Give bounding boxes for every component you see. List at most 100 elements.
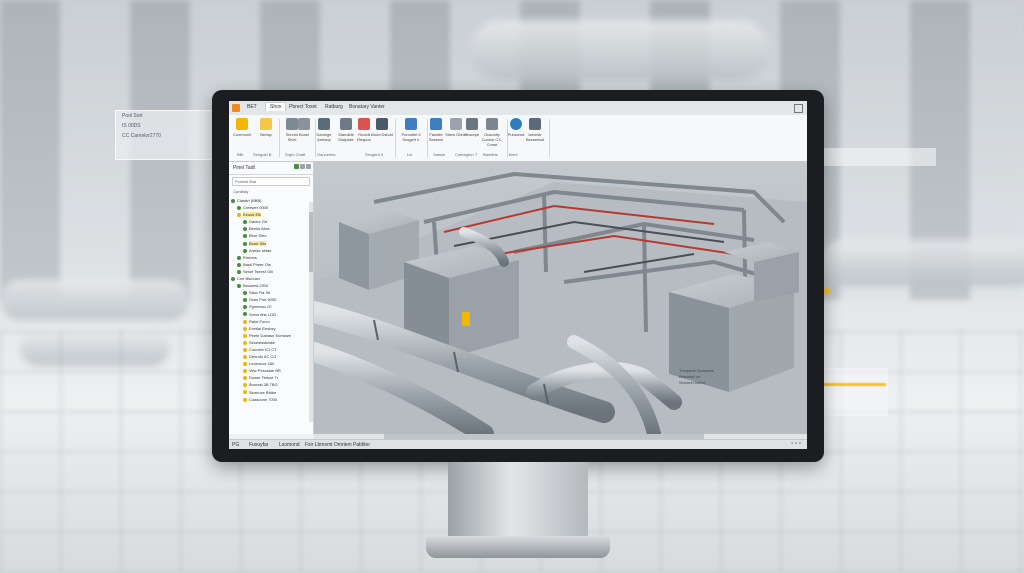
close-icon[interactable]	[306, 164, 311, 169]
settings-icon[interactable]	[300, 164, 305, 169]
status-item: PG	[232, 442, 240, 448]
tree-item[interactable]: Sinrnoce Bfdbe	[231, 389, 311, 396]
tree-node-icon	[237, 213, 241, 218]
tree-item[interactable]: Bhur Sleo	[231, 232, 311, 239]
ribbon-separator	[279, 119, 280, 157]
tree-item-label: Conoiee ICI CT	[249, 346, 277, 352]
floating-card-line: IS 00DS	[122, 123, 141, 129]
tab-ratburg[interactable]: Ratburg	[325, 104, 343, 110]
tree-item[interactable]: Bsuwest 2300	[231, 282, 311, 289]
ribbon-button-label: Fariaite Saesein	[428, 132, 444, 142]
tree-item[interactable]: Beeilo Abra	[231, 225, 311, 232]
tree-item[interactable]: Eeusd Elk	[231, 211, 311, 218]
panel-search-input[interactable]: Pomisit Blat	[232, 177, 310, 186]
ribbon-button-bruid-dstold[interactable]: Bruid Dstold	[371, 118, 393, 137]
floating-info-card: Pool Sort IS 00DS CC Carnelor2770	[115, 110, 217, 160]
ribbon-group-label: Saesie	[433, 152, 446, 157]
tree-item[interactable]: Aretse sbtas	[231, 247, 311, 254]
tree-item[interactable]: Ralot Forco	[231, 318, 311, 325]
ribbon-button-label: Communit	[232, 132, 252, 137]
monitor-stand	[448, 462, 588, 540]
tree-item[interactable]: Clasbrt (BBB)	[231, 197, 311, 204]
tree-item[interactable]: Vew Pesoslae BR	[231, 367, 311, 374]
ribbon-button-label: Iserestr Bessertad	[525, 132, 544, 142]
status-item[interactable]: Fuxuyfar	[249, 442, 268, 448]
tab-bet[interactable]: BET	[247, 104, 257, 110]
ribbon-separator	[395, 119, 396, 157]
tree-item[interactable]: Dower Tersce 7r	[231, 374, 311, 381]
tree-item-label: Bsuwest 2300	[243, 283, 269, 289]
viewport-annotation: Trzepeue Sausmes Beecstet oo Seruleel to…	[679, 368, 714, 386]
tree-item[interactable]: Booe Silo	[231, 240, 311, 247]
tree-item[interactable]: Cne Blunusn	[231, 275, 311, 282]
tree-item[interactable]: Pgreenoc OI	[231, 303, 311, 310]
tree-node-icon	[243, 355, 247, 359]
tree-item-label: Beeilo Abra	[249, 226, 270, 232]
tab-pbrect-toxet[interactable]: Pbrect Toxet	[289, 104, 317, 110]
tree-item-label: Creewer 0000	[243, 205, 269, 211]
project-browser-panel: Pinel Tadt Pomisit Blat Cprsltsiy Clasbr…	[229, 162, 314, 434]
tree-item[interactable]: Sesef Tseesf Oill	[231, 268, 311, 275]
floating-card-line: CC Carnelor2770	[122, 133, 161, 139]
wrench-icon	[318, 118, 330, 130]
ribbon-button-pornultet[interactable]: Pornultet Ii Sosgert Ir	[397, 118, 425, 142]
background-pipe	[820, 240, 1024, 286]
panel-sub-label: Cprsltsiy	[233, 189, 249, 194]
zoom-controls[interactable]: ▫ ▫ ▫	[791, 441, 801, 447]
tree-node-icon	[243, 340, 247, 345]
tree-item[interactable]: Sorvs fine LGD	[231, 311, 311, 318]
panel-title-text: Pinel Tadt	[233, 165, 255, 171]
tree-node-icon	[243, 248, 247, 253]
tree-item[interactable]: Boorsst 3B 7BG	[231, 381, 311, 388]
tree-item-label: Vew Pesoslae BR	[249, 368, 281, 374]
tree-item-label: Dactor Ge	[249, 219, 268, 225]
tree-item-label: Dower Tersce 7r	[249, 375, 279, 381]
scrollbar-thumb[interactable]	[309, 212, 313, 272]
tree-item[interactable]: Leoenuce 260	[231, 360, 311, 367]
tree-item[interactable]: Sxan Poe 9000	[231, 296, 311, 303]
tab-shox[interactable]: Shox	[265, 102, 287, 111]
tree-item-label: Sorvs fine LGD	[249, 311, 277, 317]
app-window: BET Shox Pbrect Toxet Ratburg Bonatary V…	[229, 101, 807, 449]
ribbon-button-daneige-arelaop[interactable]: Daneige Arelaop	[313, 118, 335, 142]
close-icon[interactable]	[794, 104, 803, 113]
tree-item[interactable]: Sesestsslbase	[231, 339, 311, 346]
tree-item-label: Pgreenoc OI	[249, 304, 272, 310]
ribbon-button-bosel[interactable]: Bosel	[293, 118, 315, 137]
tree-node-icon	[243, 312, 247, 317]
tree-item[interactable]: Bastl Pheer Ols	[231, 261, 311, 268]
refresh-icon[interactable]	[294, 164, 299, 169]
app-menu-icon[interactable]	[232, 104, 240, 112]
tree-item[interactable]: Peetir Dalrase Eumiave	[231, 332, 311, 339]
status-item[interactable]: Lsomond	[279, 442, 300, 448]
ribbon-button-berlap[interactable]: Berlap	[255, 118, 277, 137]
tree-item[interactable]: Stsw Fla Sti	[231, 289, 311, 296]
panel-scrollbar[interactable]	[309, 202, 313, 422]
ribbon-button-fariaite-saesein[interactable]: Fariaite Saesein	[425, 118, 447, 142]
tree-item[interactable]: Exetial Eeobsy	[231, 325, 311, 332]
tab-bonatary-vanter[interactable]: Bonatary Vanter	[349, 104, 385, 110]
tree-item-label: Clasbrt (BBB)	[237, 198, 262, 203]
tree-item[interactable]: Conoiee ICI CT	[231, 346, 311, 353]
tree-node-icon	[243, 369, 247, 374]
settings-icon	[486, 118, 498, 130]
tree-item[interactable]: Dactor Ge	[231, 218, 311, 225]
tree-item[interactable]: Etreons	[231, 254, 311, 261]
tree-node-icon	[237, 269, 241, 274]
view-icon	[529, 118, 541, 130]
tree-item-label: Eeusd Elk	[243, 212, 262, 218]
tree-item[interactable]: Creewer 0000	[231, 204, 311, 211]
tree-node-icon	[243, 362, 247, 367]
tree-item[interactable]: Cuascone 7000	[231, 396, 311, 403]
ribbon-button-communit[interactable]: Communit	[231, 118, 253, 137]
tree-node-icon	[237, 262, 241, 267]
tree-node-icon	[243, 326, 247, 331]
3d-model-viewport[interactable]: Trzepeue Sausmes Beecstet oo Seruleel to…	[314, 162, 807, 434]
folder-icon	[260, 118, 272, 130]
tree-node-icon	[243, 347, 247, 352]
ribbon-button-iserestr[interactable]: Iserestr Bessertad	[523, 118, 547, 142]
tree-item[interactable]: Deondo 6C CG	[231, 353, 311, 360]
project-tree: Clasbrt (BBB) Creewer 0000 Eeusd Elk Dactor…	[229, 195, 313, 405]
ribbon-button-ousontly[interactable]: Ousontly Cunixe CX-Corse	[479, 118, 505, 147]
ribbon-group-label: BBI	[237, 152, 244, 157]
